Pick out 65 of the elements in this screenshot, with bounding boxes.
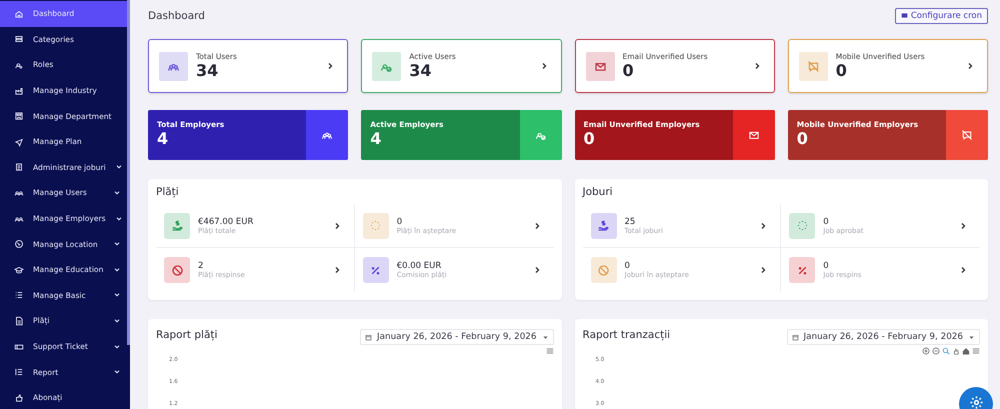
stat-value: 34 bbox=[196, 60, 220, 80]
zoom-out-icon[interactable] bbox=[932, 347, 940, 355]
panel-title: Plăți bbox=[156, 186, 180, 198]
search-icon[interactable] bbox=[942, 347, 950, 355]
stat-value: 4 bbox=[370, 129, 382, 149]
menu-item-icon bbox=[14, 290, 24, 300]
hand-icon[interactable] bbox=[952, 347, 960, 355]
menu-item-icon bbox=[14, 162, 24, 172]
stat-value: 34 bbox=[409, 60, 433, 80]
summary-icon bbox=[164, 257, 190, 283]
summary-icon bbox=[362, 257, 389, 283]
panel-title: Joburi bbox=[582, 186, 614, 198]
summary-value: €0.00 EUR bbox=[396, 261, 442, 271]
caret-icon bbox=[968, 334, 975, 340]
panel-title: Raport tranzacții bbox=[582, 329, 670, 341]
summary-icon bbox=[590, 212, 616, 238]
stat-value: 0 bbox=[584, 129, 596, 149]
menu-item-icon bbox=[14, 136, 24, 147]
summary-value: €467.00 EUR bbox=[198, 216, 254, 226]
summary-icon bbox=[164, 212, 190, 238]
calendar-icon bbox=[792, 334, 799, 340]
menu-item-icon bbox=[14, 86, 24, 96]
summary-value: 2 bbox=[198, 261, 204, 271]
scrollbar[interactable] bbox=[127, 0, 130, 345]
stat-value: 0 bbox=[622, 60, 635, 80]
menu-item-icon bbox=[14, 342, 24, 352]
summary-icon bbox=[789, 257, 816, 283]
summary-icon bbox=[789, 212, 816, 238]
menu-item-icon bbox=[14, 8, 24, 19]
cron-button[interactable]: Configurare cron bbox=[894, 8, 988, 24]
summary-value: 0 bbox=[624, 261, 631, 271]
menu-icon[interactable] bbox=[546, 347, 554, 355]
menu-item-icon bbox=[14, 367, 24, 378]
summary-icon bbox=[362, 212, 389, 238]
stat-icon bbox=[372, 52, 402, 80]
summary-value: 25 bbox=[624, 216, 636, 226]
summary-value: 0 bbox=[396, 216, 404, 226]
summary-value: 0 bbox=[823, 216, 830, 226]
grid-icon bbox=[900, 12, 908, 19]
stat-icon bbox=[159, 52, 188, 80]
zoom-in-icon[interactable] bbox=[922, 347, 930, 355]
menu-item-icon bbox=[14, 111, 24, 122]
stat-icon bbox=[586, 52, 614, 80]
date-range-picker[interactable]: January 26, 2026 - February 9, 2026 bbox=[786, 329, 980, 345]
menu-item-icon bbox=[14, 316, 24, 326]
menu-item-icon bbox=[14, 264, 24, 275]
stat-icon bbox=[961, 129, 973, 141]
menu-icon[interactable] bbox=[972, 347, 980, 355]
menu-item-icon bbox=[14, 34, 24, 44]
stat-value: 0 bbox=[836, 60, 848, 80]
summary-value: 0 bbox=[823, 261, 830, 271]
stat-icon bbox=[798, 52, 828, 80]
calendar-icon bbox=[365, 334, 372, 340]
caret-icon bbox=[542, 334, 548, 340]
menu-item-icon bbox=[14, 239, 24, 250]
menu-item-icon bbox=[14, 392, 24, 403]
home-icon[interactable] bbox=[962, 347, 970, 355]
stat-icon bbox=[748, 129, 760, 141]
stat-value: 4 bbox=[157, 129, 170, 149]
settings-icon bbox=[968, 395, 984, 409]
date-range-picker[interactable]: January 26, 2026 - February 9, 2026 bbox=[360, 329, 554, 345]
summary-icon bbox=[590, 257, 616, 283]
panel-title: Raport plăți bbox=[156, 329, 218, 341]
stat-value: 0 bbox=[796, 129, 809, 149]
page-title: Dashboard bbox=[148, 10, 205, 22]
